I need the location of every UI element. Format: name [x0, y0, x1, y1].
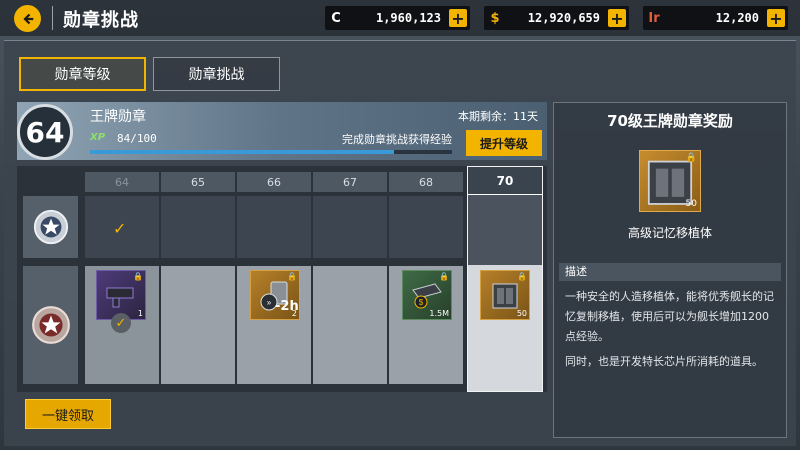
- level-header-64: 64: [85, 172, 159, 192]
- level-header-65: 65: [161, 172, 235, 192]
- premium-reward-slot-67[interactable]: [313, 266, 387, 384]
- free-reward-slot-68[interactable]: [389, 196, 463, 258]
- xp-progress-bar: [90, 150, 452, 154]
- item-quantity: 1: [137, 309, 143, 318]
- reward-item-money-case[interactable]: $ 🔒 1.5M: [402, 270, 452, 320]
- iridium-value: 12,200: [715, 11, 759, 25]
- level-header-66: 66: [237, 172, 311, 192]
- free-reward-slot-66[interactable]: [237, 196, 311, 258]
- memory-implant-icon: [492, 283, 518, 309]
- badge-name: 王牌勋章: [90, 109, 146, 125]
- weapon-icon: [106, 287, 134, 308]
- currency-credits: C 1,960,123 +: [325, 6, 470, 30]
- svg-text:»: »: [267, 298, 272, 307]
- free-reward-slot-67[interactable]: [313, 196, 387, 258]
- lock-icon: 🔒: [517, 272, 527, 281]
- description-heading: 描述: [559, 263, 781, 281]
- tab-badge-challenge[interactable]: 勋章挑战: [153, 57, 280, 91]
- claimed-check-icon: ✓: [113, 219, 127, 238]
- reward-item-quantity: 50: [685, 199, 697, 209]
- item-quantity: 1.5M: [429, 309, 449, 318]
- reward-detail-item[interactable]: 🔒 50: [639, 150, 701, 212]
- season-remaining: 本期剩余：11天: [458, 110, 538, 123]
- lock-icon: 🔒: [133, 272, 143, 281]
- svg-text:$: $: [419, 298, 424, 307]
- tab-badge-level[interactable]: 勋章等级: [19, 57, 146, 91]
- title-divider: [52, 6, 53, 30]
- reward-item-speedup[interactable]: » -2h 🔒 2: [250, 270, 300, 320]
- back-button[interactable]: [14, 5, 41, 32]
- item-quantity: 2: [291, 309, 297, 318]
- money-case-icon: $: [412, 283, 442, 309]
- add-iridium-button[interactable]: +: [767, 9, 785, 28]
- description-text-secondary: 同时，也是开发特长芯片所消耗的道具。: [565, 355, 763, 368]
- free-reward-slot-70[interactable]: [468, 195, 542, 265]
- iridium-icon: Ir: [648, 10, 660, 26]
- credits-value: 1,960,123: [375, 11, 441, 25]
- free-track-emblem-cell: [23, 196, 78, 258]
- red-medal-icon: [31, 306, 70, 344]
- lock-icon: 🔒: [287, 272, 297, 281]
- lock-icon: 🔒: [685, 153, 697, 163]
- reward-panel-title: 70级王牌勋章奖励: [607, 112, 733, 130]
- add-coins-button[interactable]: +: [608, 9, 626, 28]
- claim-all-button[interactable]: 一键领取: [25, 399, 111, 429]
- level-header-68: 68: [389, 172, 463, 192]
- back-arrow-icon: [22, 13, 33, 24]
- reward-item-memory-implant[interactable]: 🔒 50: [480, 270, 530, 320]
- page-title: 勋章挑战: [63, 10, 139, 31]
- badge-level-circle: 64: [17, 104, 73, 160]
- xp-hint: 完成勋章挑战获得经验: [342, 133, 452, 146]
- silver-medal-icon: [33, 209, 68, 245]
- upgrade-level-button[interactable]: 提升等级: [466, 130, 542, 156]
- credits-icon: C: [331, 10, 341, 26]
- xp-progress-fill: [90, 150, 395, 154]
- add-credits-button[interactable]: +: [449, 9, 467, 28]
- reward-item-name: 高级记忆移植体: [627, 226, 712, 240]
- coins-icon: $: [490, 10, 500, 26]
- xp-value: 84/100: [117, 132, 157, 145]
- premium-reward-slot-65[interactable]: [161, 266, 235, 384]
- description-text: 一种安全的人造移植体，能将优秀舰长的记忆复制移植，使用后可以为舰长增加1200点…: [565, 290, 774, 343]
- currency-iridium: Ir 12,200 +: [643, 6, 788, 30]
- level-header-70: 70: [468, 167, 542, 195]
- currency-coins: $ 12,920,659 +: [484, 6, 629, 30]
- xp-label: XP: [90, 132, 106, 143]
- item-quantity: 50: [516, 309, 527, 318]
- coins-value: 12,920,659: [527, 11, 600, 25]
- premium-track-emblem-cell: [23, 266, 78, 384]
- free-reward-slot-65[interactable]: [161, 196, 235, 258]
- lock-icon: 🔒: [439, 272, 449, 281]
- level-header-67: 67: [313, 172, 387, 192]
- claimed-check-icon: ✓: [111, 313, 131, 333]
